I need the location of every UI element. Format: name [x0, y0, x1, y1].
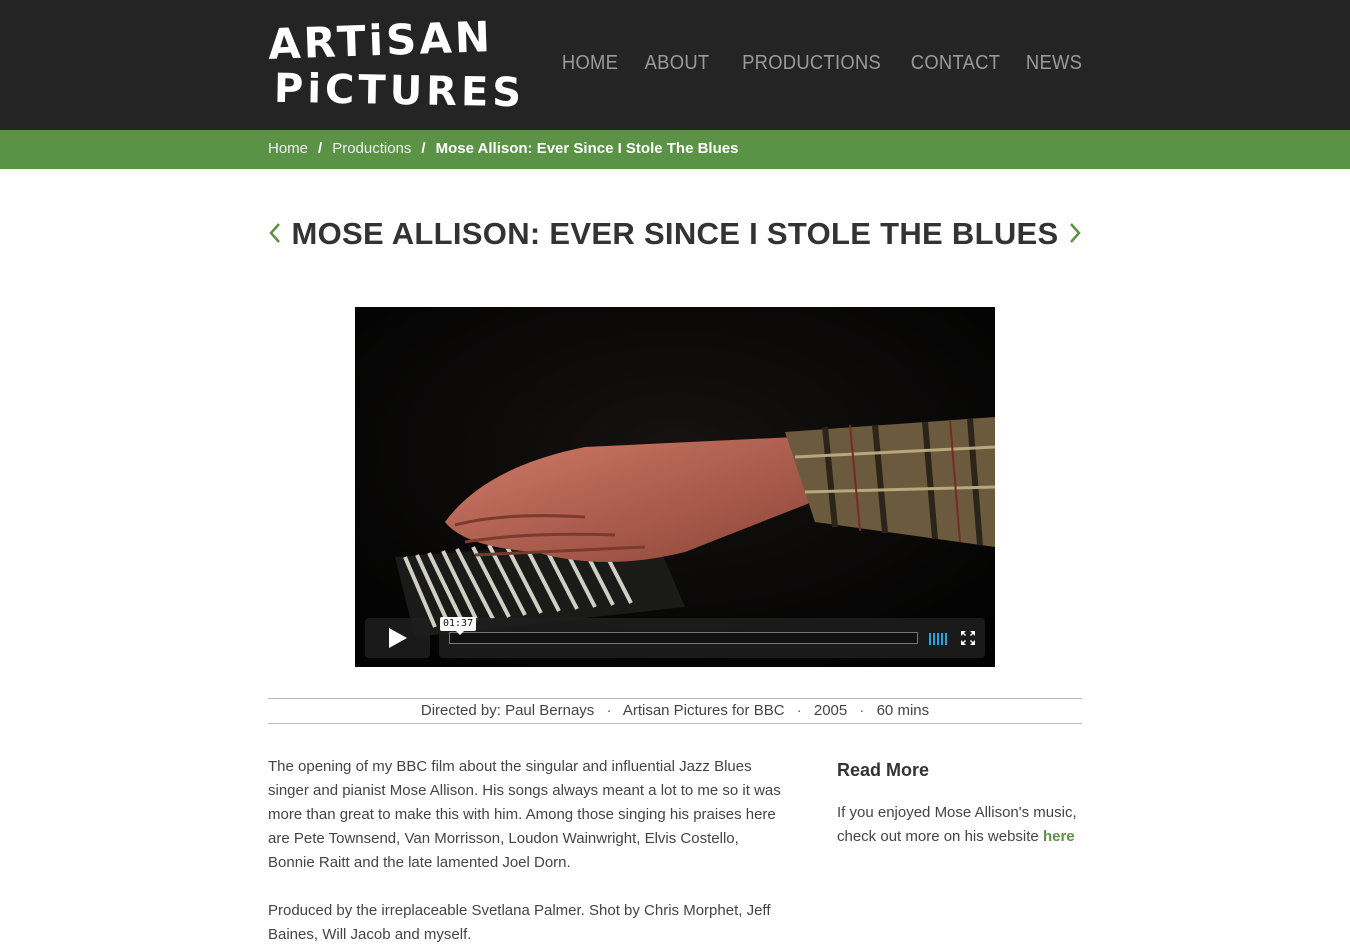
breadcrumb-separator: / [421, 140, 426, 157]
nav-about[interactable]: ABOUT [645, 52, 710, 75]
main-nav: HOME ABOUT PRODUCTIONS CONTACT NEWS [536, 52, 1082, 75]
read-more-text: If you enjoyed Mose Allison's music, che… [837, 801, 1082, 849]
logo-line-1: ARTiSAN [267, 12, 494, 69]
production-company: Artisan Pictures for BBC [622, 702, 785, 719]
read-more-body: If you enjoyed Mose Allison's music, che… [837, 804, 1077, 845]
production-year: 2005 [813, 702, 848, 719]
play-icon [389, 628, 407, 648]
breadcrumb-current: Mose Allison: Ever Since I Stole The Blu… [435, 140, 739, 157]
nav-contact[interactable]: CONTACT [910, 52, 999, 75]
artisan-pictures-logo[interactable]: ARTiSAN PiCTURES [267, 12, 525, 117]
breadcrumb-bar: Home / Productions / Mose Allison: Ever … [0, 130, 1350, 169]
logo-line-2: PiCTURES [273, 65, 526, 117]
play-button[interactable] [365, 618, 430, 658]
video-progress-bar[interactable]: 01:37 [440, 617, 918, 644]
production-duration: 60 mins [876, 702, 930, 719]
meta-separator: · [859, 702, 865, 719]
read-more-link[interactable]: here [1043, 828, 1075, 845]
read-more-heading: Read More [837, 760, 930, 780]
title-row: MOSE ALLISON: EVER SINCE I STOLE THE BLU… [268, 216, 1082, 262]
read-more-aside: Read More If you enjoyed Mose Allison's … [837, 760, 1082, 849]
nav-home[interactable]: HOME [562, 52, 618, 75]
video-player[interactable]: 01:37 [355, 307, 995, 667]
time-tooltip: 01:37 [440, 617, 477, 635]
site-header: ARTiSAN PiCTURES HOME ABOUT PRODUCTIONS … [0, 0, 1350, 130]
breadcrumb-separator: / [318, 140, 323, 157]
breadcrumb-productions[interactable]: Productions [332, 140, 411, 157]
next-production-chevron-right-icon[interactable] [1062, 222, 1082, 254]
volume-icon[interactable] [929, 632, 953, 645]
breadcrumb: Home / Productions / Mose Allison: Ever … [268, 140, 738, 157]
video-controls: 01:37 [365, 617, 985, 658]
meta-separator: · [606, 702, 612, 719]
nav-news[interactable]: NEWS [1026, 52, 1082, 75]
nav-productions[interactable]: PRODUCTIONS [743, 52, 882, 75]
video-control-bar: 01:37 [439, 617, 985, 658]
breadcrumb-home[interactable]: Home [268, 140, 308, 157]
production-meta: Directed by: Paul Bernays · Artisan Pict… [268, 698, 1082, 724]
description-paragraph: Produced by the irreplaceable Svetlana P… [268, 902, 771, 943]
fullscreen-icon[interactable] [961, 631, 975, 645]
description-paragraph: The opening of my BBC film about the sin… [268, 758, 781, 871]
video-frame-piano-hands [355, 307, 995, 667]
director: Directed by: Paul Bernays [420, 702, 595, 719]
meta-separator: · [796, 702, 802, 719]
production-description: The opening of my BBC film about the sin… [268, 755, 788, 944]
page-title: MOSE ALLISON: EVER SINCE I STOLE THE BLU… [291, 216, 1059, 251]
